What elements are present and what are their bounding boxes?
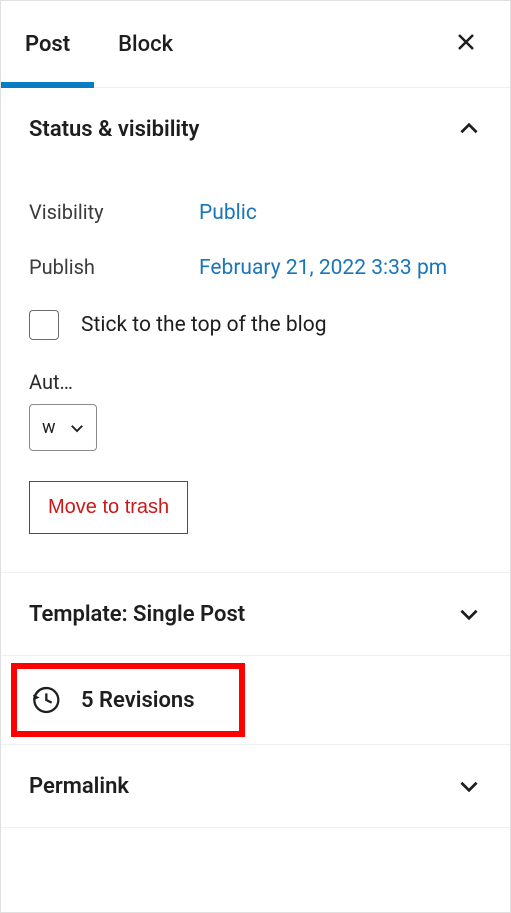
panel-permalink: Permalink (1, 745, 510, 828)
sticky-checkbox[interactable] (29, 310, 59, 340)
panel-status-visibility: Status & visibility Visibility Public Pu… (1, 88, 510, 573)
author-select[interactable]: w (29, 404, 97, 451)
panel-header-permalink[interactable]: Permalink (1, 745, 510, 827)
close-button[interactable] (446, 22, 486, 66)
tab-block[interactable]: Block (94, 1, 197, 88)
publish-value[interactable]: February 21, 2022 3:33 pm (199, 256, 447, 280)
permalink-title: Permalink (29, 774, 129, 799)
chevron-down-icon (456, 773, 482, 799)
panel-body-status: Visibility Public Publish February 21, 2… (1, 200, 510, 572)
panel-header-template[interactable]: Template: Single Post (1, 573, 510, 655)
chevron-up-icon (456, 116, 482, 142)
panel-title: Status & visibility (29, 117, 199, 142)
author-label: Aut… (29, 370, 482, 394)
chevron-down-icon (68, 419, 86, 437)
publish-label: Publish (29, 255, 199, 279)
publish-row: Publish February 21, 2022 3:33 pm (29, 255, 482, 280)
panel-template: Template: Single Post (1, 573, 510, 656)
template-title: Template: Single Post (29, 602, 245, 627)
sticky-row[interactable]: Stick to the top of the blog (29, 310, 482, 340)
revisions-button[interactable]: 5 Revisions (1, 656, 510, 744)
settings-tabs: Post Block (1, 1, 510, 88)
visibility-value[interactable]: Public (199, 201, 257, 225)
revisions-title: 5 Revisions (81, 688, 195, 713)
chevron-down-icon (456, 601, 482, 627)
panel-revisions: 5 Revisions (1, 656, 510, 745)
panel-header-status[interactable]: Status & visibility (1, 88, 510, 170)
visibility-label: Visibility (29, 200, 199, 224)
sticky-label: Stick to the top of the blog (81, 313, 327, 337)
close-icon (454, 30, 478, 54)
visibility-row: Visibility Public (29, 200, 482, 225)
tab-post[interactable]: Post (1, 1, 94, 88)
history-icon (29, 684, 61, 716)
author-value: w (42, 417, 56, 438)
move-to-trash-button[interactable]: Move to trash (29, 481, 188, 534)
